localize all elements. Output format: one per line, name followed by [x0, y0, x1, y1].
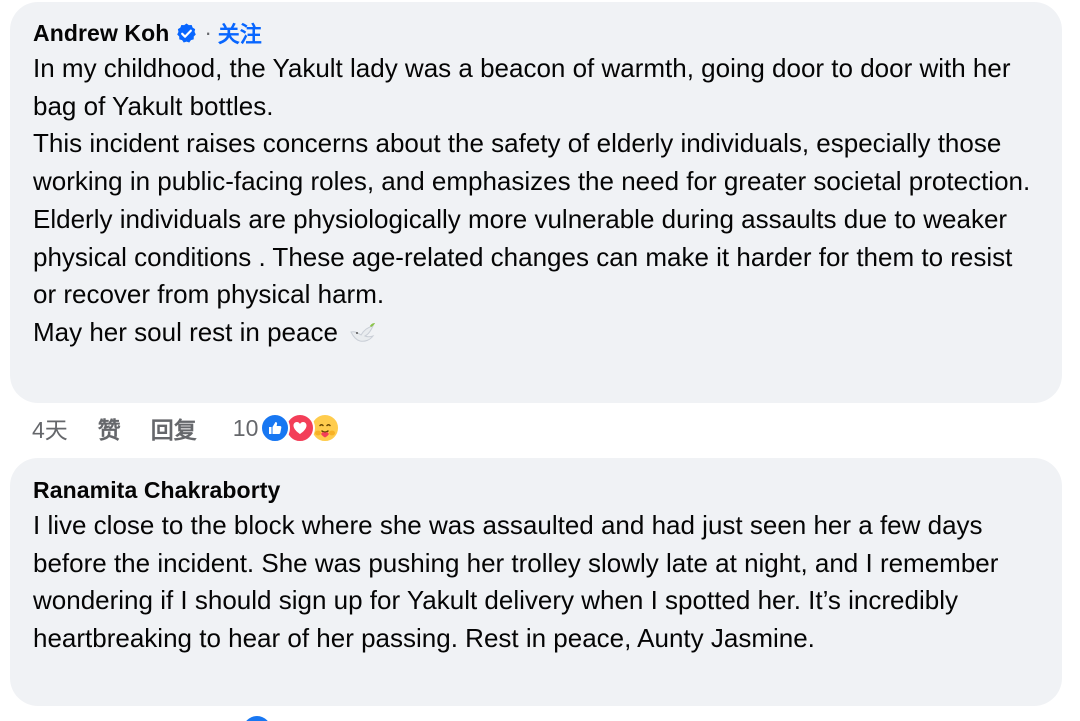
reply-button[interactable]: 回复 — [151, 411, 197, 445]
comment-paragraph: May her soul rest in peace — [33, 314, 1038, 355]
like-reaction-icon — [260, 413, 291, 443]
comment-paragraph: I live close to the block where she was … — [33, 510, 999, 654]
comment-paragraph: This incident raises concerns about the … — [33, 128, 1031, 310]
comment-bubble: Andrew Koh · 关注 In my childhood, the Yak… — [10, 2, 1062, 403]
author-name[interactable]: Andrew Koh — [33, 20, 169, 47]
comment-header: Ranamita Chakraborty — [33, 473, 1038, 507]
comment-header: Andrew Koh · 关注 — [33, 16, 1038, 50]
reaction-count: 10 — [232, 414, 259, 441]
follow-button[interactable]: 关注 — [218, 17, 262, 49]
comment-paragraph: In my childhood, the Yakult lady was a b… — [33, 53, 1011, 121]
comment-paragraph-text: May her soul rest in peace — [33, 316, 338, 347]
comment-text: I live close to the block where she was … — [33, 507, 1038, 658]
comments-panel: Andrew Koh · 关注 In my childhood, the Yak… — [0, 0, 1080, 721]
comment-bubble: Ranamita Chakraborty I live close to the… — [10, 458, 1062, 706]
avatar[interactable] — [243, 716, 271, 721]
verified-badge-icon — [175, 22, 198, 45]
dove-icon — [348, 317, 378, 355]
comment-actions: 4天 赞 回复 10 — [32, 408, 341, 448]
like-button[interactable]: 赞 — [98, 411, 121, 445]
separator-dot: · — [204, 20, 212, 45]
author-name[interactable]: Ranamita Chakraborty — [33, 477, 280, 504]
comment-timestamp[interactable]: 4天 — [32, 411, 68, 445]
reactions-summary[interactable]: 10 — [233, 413, 341, 443]
comment-text: In my childhood, the Yakult lady was a b… — [33, 50, 1038, 355]
